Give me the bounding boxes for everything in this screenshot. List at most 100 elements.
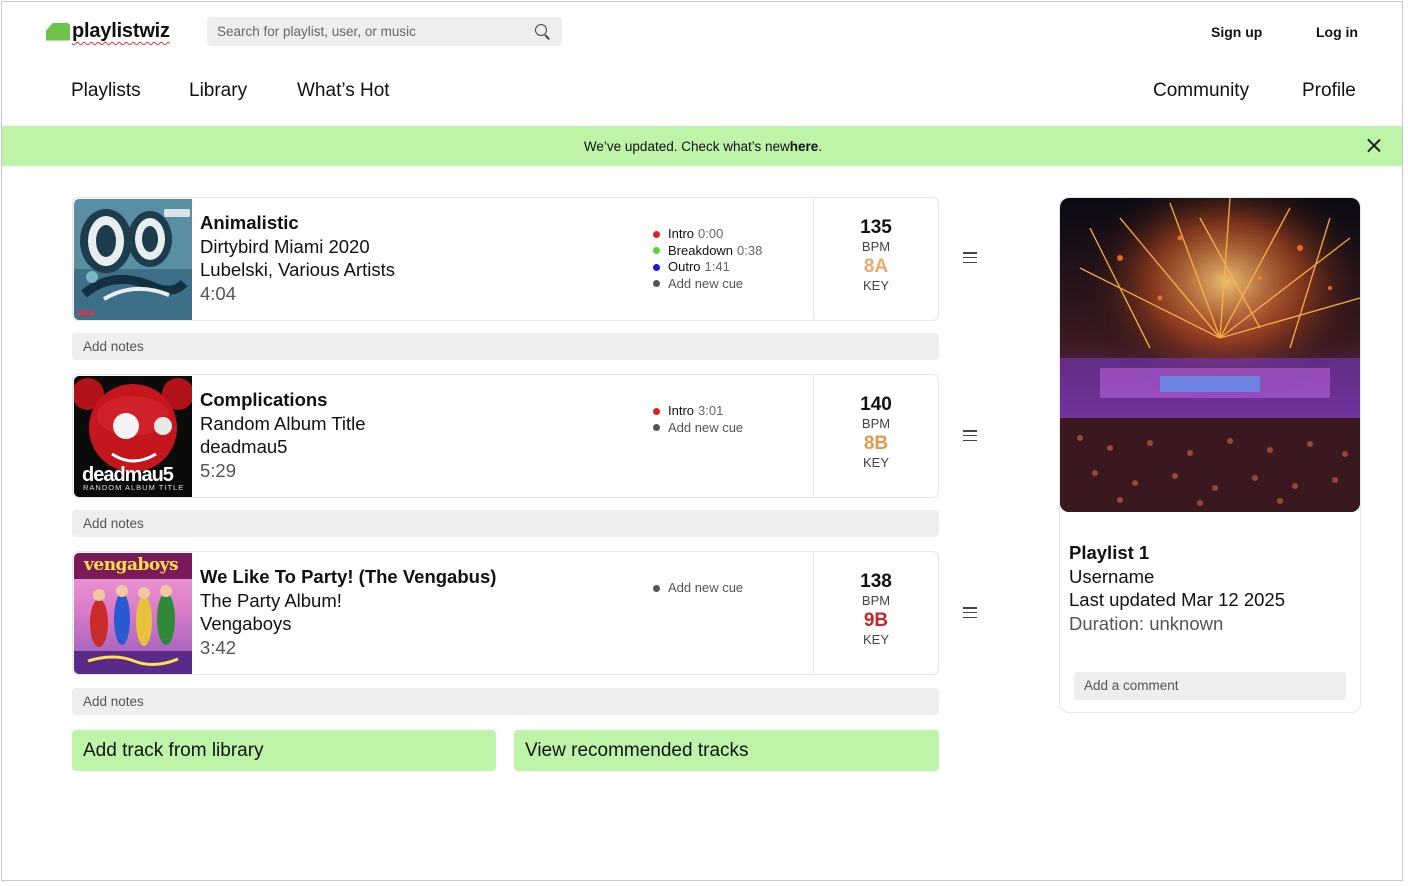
key-label: KEY <box>862 455 889 470</box>
drag-handle-icon[interactable] <box>963 607 977 619</box>
playlist-username[interactable]: Username <box>1069 565 1285 589</box>
track-duration: 5:29 <box>200 459 237 481</box>
playlist-info: Playlist 1 Username Last updated Mar 12 … <box>1069 541 1285 635</box>
cue-list: Intro 0:00 Breakdown 0:38 Outro 1:41 Add… <box>653 226 762 292</box>
add-cue-dot-icon <box>653 280 660 288</box>
bpm-value: 138 <box>860 571 892 592</box>
key-value: 9B <box>863 610 889 631</box>
track-duration: 4:04 <box>200 282 237 304</box>
bpm-value: 140 <box>860 394 892 415</box>
key-value: 8A <box>863 256 889 277</box>
add-cue-dot-icon <box>653 424 660 432</box>
album-cover: deadmau5 RANDOM ALBUM TITLE <box>74 376 192 497</box>
bpm-value: 135 <box>860 217 892 238</box>
track-album[interactable]: Random Album Title <box>200 412 366 436</box>
cue-item[interactable]: Intro 3:01 <box>653 403 743 420</box>
playlist-duration: Duration: unknown <box>1069 612 1224 634</box>
add-track-button[interactable]: Add track from library <box>72 730 496 771</box>
login-link[interactable]: Log in <box>1316 24 1358 40</box>
track-card: vengaboys We Like To Party! (The Vengabu… <box>72 551 939 675</box>
track-card: deadmau5 RANDOM ALBUM TITLE Complication… <box>72 374 939 498</box>
cue-time: 1:41 <box>704 259 730 274</box>
bpm-label: BPM <box>861 416 891 431</box>
cue-list: Add new cue <box>653 580 743 597</box>
track-info: Animalistic Dirtybird Miami 2020 Lubelsk… <box>200 211 395 305</box>
key-label: KEY <box>862 632 889 647</box>
add-cue-label: Add new cue <box>668 419 744 435</box>
track-meta: 140 BPM 8B KEY <box>813 375 938 496</box>
search-bar <box>207 17 562 46</box>
cue-name: Breakdown <box>668 242 734 258</box>
cue-time: 0:00 <box>698 226 724 241</box>
cue-list: Intro 3:01 Add new cue <box>653 403 743 436</box>
cue-name: Intro <box>668 403 695 418</box>
add-cue-button[interactable]: Add new cue <box>653 580 743 597</box>
cue-item[interactable]: Breakdown 0:38 <box>653 243 762 260</box>
logo[interactable]: playlistwiz <box>46 20 170 43</box>
banner-end: . <box>818 138 823 154</box>
playlist-panel: Playlist 1 Username Last updated Mar 12 … <box>1059 197 1361 713</box>
cue-item[interactable]: Intro 0:00 <box>653 226 762 243</box>
notes-field[interactable]: Add notes <box>72 688 939 715</box>
app-window: playlistwiz Sign up Log in Playlists Lib… <box>1 1 1403 881</box>
drag-handle-icon[interactable] <box>963 430 977 442</box>
track-title[interactable]: Animalistic <box>200 211 395 235</box>
track-info: Complications Random Album Title deadmau… <box>200 388 366 482</box>
track-meta: 138 BPM 9B KEY <box>813 552 938 673</box>
track-card: Animalistic Dirtybird Miami 2020 Lubelsk… <box>72 197 939 321</box>
banner-link[interactable]: here <box>790 139 819 154</box>
view-recommended-button[interactable]: View recommended tracks <box>514 730 939 771</box>
search-input[interactable] <box>217 24 534 39</box>
album-cover: vengaboys <box>74 553 192 674</box>
album-cover <box>74 199 192 320</box>
nav-whats-hot[interactable]: What’s Hot <box>297 80 390 102</box>
notes-field[interactable]: Add notes <box>72 333 939 360</box>
cue-dot-icon <box>653 230 660 238</box>
cue-time: 3:01 <box>698 403 724 418</box>
logo-text: playlistwiz <box>72 20 170 42</box>
add-cue-dot-icon <box>653 584 660 592</box>
track-album[interactable]: The Party Album! <box>200 589 496 613</box>
playlist-cover-image <box>1060 198 1360 512</box>
search-icon[interactable] <box>534 23 552 41</box>
track-meta: 135 BPM 8A KEY <box>813 198 938 319</box>
notes-field[interactable]: Add notes <box>72 510 939 537</box>
cover-subtitle: RANDOM ALBUM TITLE <box>83 483 185 492</box>
cue-time: 0:38 <box>737 242 763 258</box>
cue-dot-icon <box>653 263 660 271</box>
cue-item[interactable]: Outro 1:41 <box>653 259 762 276</box>
cue-name: Outro <box>668 259 701 274</box>
track-title[interactable]: We Like To Party! (The Vengabus) <box>200 565 496 589</box>
logo-icon <box>46 22 70 41</box>
cue-dot-icon <box>653 247 660 255</box>
nav-profile[interactable]: Profile <box>1302 80 1356 102</box>
cue-name: Intro <box>668 226 695 241</box>
playlist-updated: Last updated Mar 12 2025 <box>1069 589 1285 610</box>
bpm-label: BPM <box>861 593 891 608</box>
banner-text: We’ve updated. Check what’s new <box>583 138 790 154</box>
cue-dot-icon <box>653 407 660 415</box>
signup-link[interactable]: Sign up <box>1211 24 1262 40</box>
add-cue-label: Add new cue <box>668 580 744 595</box>
nav-community[interactable]: Community <box>1153 80 1249 102</box>
track-title[interactable]: Complications <box>200 388 366 412</box>
track-artist[interactable]: Vengaboys <box>200 612 496 636</box>
key-value: 8B <box>863 433 889 454</box>
key-label: KEY <box>862 278 889 293</box>
nav-library[interactable]: Library <box>189 80 247 102</box>
add-cue-button[interactable]: Add new cue <box>653 420 743 437</box>
add-cue-label: Add new cue <box>668 275 744 291</box>
add-cue-button[interactable]: Add new cue <box>653 276 762 293</box>
close-icon[interactable] <box>1366 138 1382 154</box>
track-artist[interactable]: Lubelski, Various Artists <box>200 258 395 282</box>
comment-input[interactable]: Add a comment <box>1074 672 1346 700</box>
drag-handle-icon[interactable] <box>963 252 977 264</box>
cover-title: vengaboys <box>84 555 179 575</box>
bpm-label: BPM <box>861 239 891 254</box>
track-duration: 3:42 <box>200 636 237 658</box>
track-album[interactable]: Dirtybird Miami 2020 <box>200 235 395 259</box>
nav-playlists[interactable]: Playlists <box>71 80 141 102</box>
playlist-title: Playlist 1 <box>1069 542 1150 563</box>
track-artist[interactable]: deadmau5 <box>200 435 366 459</box>
update-banner: We’ve updated. Check what’s new here. <box>2 126 1402 166</box>
